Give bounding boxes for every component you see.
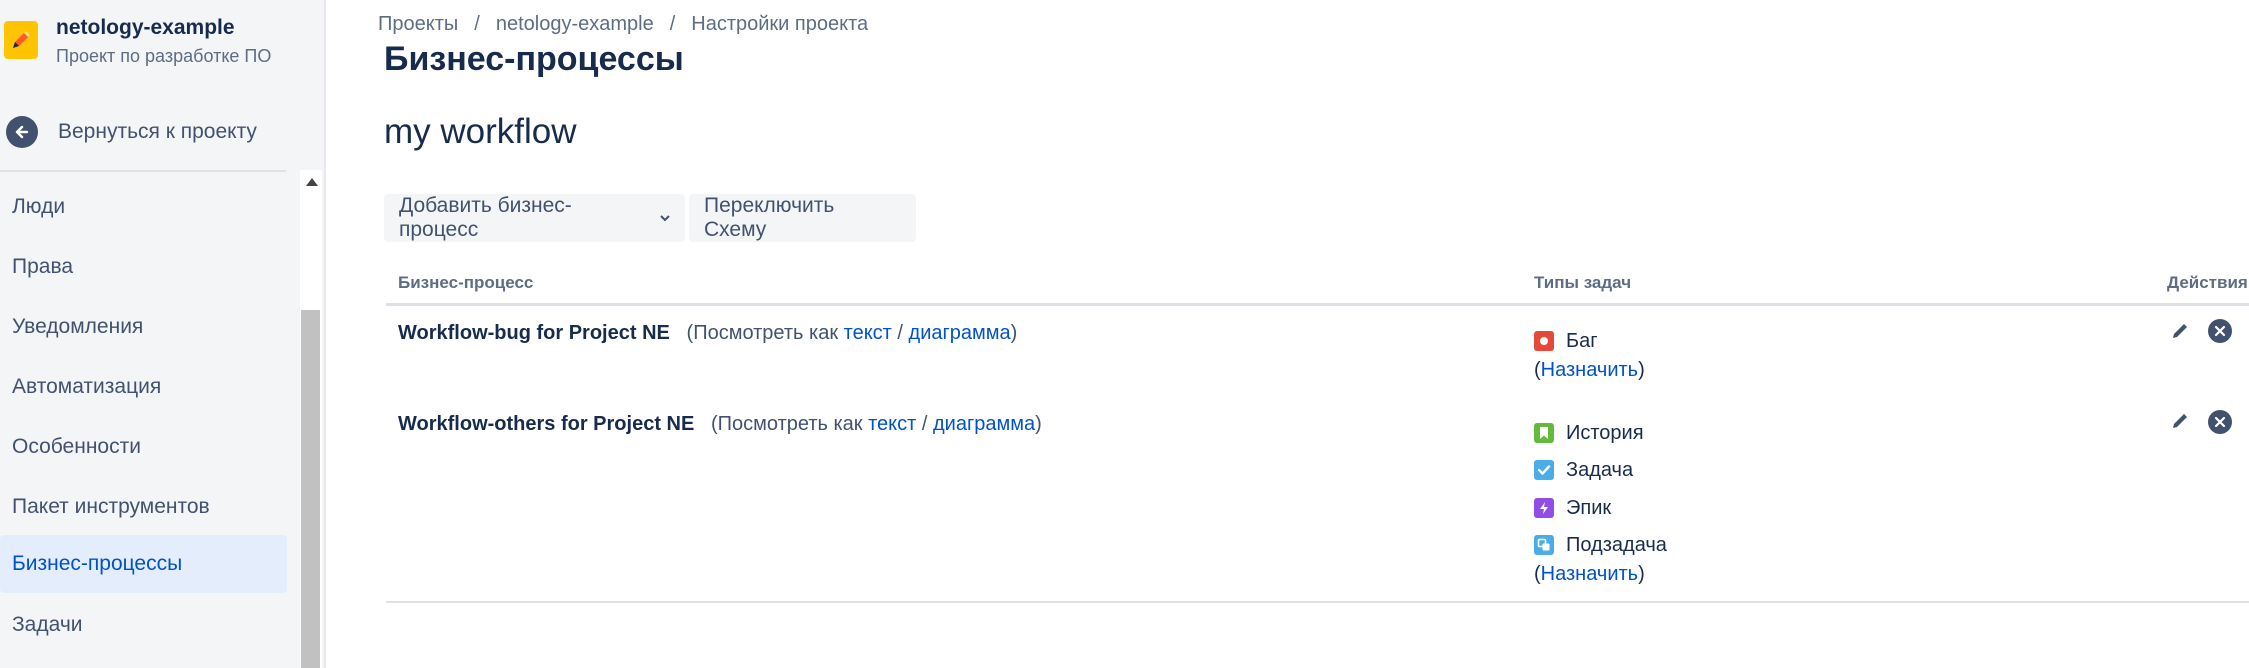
assign-issue-types: (Назначить) bbox=[1534, 563, 1645, 586]
view-as-prefix: (Посмотреть как bbox=[686, 322, 839, 344]
edit-pencil-icon[interactable] bbox=[2169, 410, 2191, 432]
project-name[interactable]: netology-example bbox=[56, 16, 235, 40]
view-as-text-link[interactable]: текст bbox=[868, 413, 916, 435]
breadcrumb-project-settings[interactable]: Настройки проекта bbox=[691, 13, 868, 36]
story-icon bbox=[1534, 423, 1554, 443]
sidebar-item-people[interactable]: Люди bbox=[0, 178, 287, 236]
column-header-actions: Действия bbox=[2167, 273, 2248, 292]
view-as-text-link[interactable]: текст bbox=[844, 322, 892, 344]
page-title: Бизнес-процессы bbox=[384, 40, 684, 78]
breadcrumb: Проекты / netology-example / Настройки п… bbox=[378, 13, 868, 36]
sidebar-item-automation[interactable]: Автоматизация bbox=[0, 358, 287, 416]
view-as-diagram-link[interactable]: диаграмма bbox=[933, 413, 1035, 435]
subtask-icon bbox=[1534, 535, 1554, 555]
link-separator: / bbox=[921, 413, 928, 435]
sidebar-item-issues[interactable]: Задачи bbox=[0, 596, 287, 654]
workflow-name: Workflow-bug for Project NE bbox=[398, 322, 670, 344]
view-as-suffix: ) bbox=[1010, 322, 1018, 344]
sidebar-item-toolchain[interactable]: Пакет инструментов bbox=[0, 478, 287, 536]
pencil-icon bbox=[13, 31, 30, 48]
assign-open-paren: ( bbox=[1534, 563, 1541, 585]
table-bottom-divider bbox=[386, 601, 2249, 603]
table-row-workflow: Workflow-others for Project NE (Посмотре… bbox=[398, 413, 1042, 436]
assign-issue-types: (Назначить) bbox=[1534, 359, 1645, 382]
view-as-diagram-link[interactable]: диаграмма bbox=[909, 322, 1011, 344]
breadcrumb-separator: / bbox=[669, 13, 676, 35]
sidebar-item-permissions[interactable]: Права bbox=[0, 238, 287, 296]
view-as-prefix: (Посмотреть как bbox=[711, 413, 863, 435]
assign-close-paren: ) bbox=[1638, 359, 1645, 381]
column-header-issue-types: Типы задач bbox=[1534, 273, 1632, 292]
delete-workflow-icon[interactable] bbox=[2208, 410, 2232, 434]
project-type: Проект по разработке ПО bbox=[56, 46, 272, 66]
column-header-workflow: Бизнес-процесс bbox=[398, 273, 534, 292]
sidebar-scrollbar[interactable] bbox=[300, 170, 322, 668]
project-avatar-icon[interactable] bbox=[4, 21, 38, 59]
chevron-down-icon bbox=[660, 215, 670, 222]
assign-link[interactable]: Назначить bbox=[1541, 563, 1638, 585]
assign-link[interactable]: Назначить bbox=[1541, 359, 1638, 381]
issue-type-item: История bbox=[1534, 420, 1644, 446]
switch-scheme-label: Переключить Схему bbox=[704, 194, 835, 241]
issue-type-label: Подзадача bbox=[1566, 533, 1667, 556]
link-separator: / bbox=[897, 322, 903, 344]
workflow-scheme-name: my workflow bbox=[384, 112, 577, 151]
sidebar-item-features[interactable]: Особенности bbox=[0, 418, 287, 476]
arrow-left-icon bbox=[6, 116, 38, 148]
sidebar-item-notifications[interactable]: Уведомления bbox=[0, 298, 287, 356]
issue-type-label: История bbox=[1566, 421, 1644, 444]
breadcrumb-separator: / bbox=[474, 13, 480, 35]
issue-type-label: Баг bbox=[1566, 329, 1598, 352]
issue-type-item: Эпик bbox=[1534, 495, 1611, 521]
sidebar: netology-example Проект по разработке ПО… bbox=[0, 0, 326, 668]
add-workflow-button[interactable]: Добавить бизнес-процесс bbox=[384, 194, 685, 242]
scroll-thumb[interactable] bbox=[301, 310, 320, 668]
issue-type-item: Задача bbox=[1534, 457, 1633, 483]
view-as-suffix: ) bbox=[1035, 413, 1042, 435]
back-to-project-label: Вернуться к проекту bbox=[58, 120, 257, 143]
sidebar-divider bbox=[0, 170, 286, 172]
bug-icon bbox=[1534, 331, 1554, 351]
breadcrumb-project[interactable]: netology-example bbox=[496, 13, 654, 36]
assign-open-paren: ( bbox=[1534, 359, 1541, 381]
switch-scheme-button[interactable]: Переключить Схему bbox=[689, 194, 916, 242]
scroll-up-arrow-icon[interactable] bbox=[306, 178, 318, 186]
add-workflow-label: Добавить бизнес-процесс bbox=[399, 194, 572, 241]
breadcrumb-projects[interactable]: Проекты bbox=[378, 13, 458, 36]
back-to-project-link[interactable]: Вернуться к проекту bbox=[6, 116, 257, 148]
table-header-divider bbox=[386, 303, 2249, 306]
edit-pencil-icon[interactable] bbox=[2169, 320, 2191, 342]
issue-type-item: Баг bbox=[1534, 328, 1598, 354]
delete-workflow-icon[interactable] bbox=[2208, 319, 2232, 343]
sidebar-item-workflows[interactable]: Бизнес-процессы bbox=[0, 535, 287, 593]
issue-type-label: Эпик bbox=[1566, 496, 1612, 519]
workflow-name: Workflow-others for Project NE bbox=[398, 413, 695, 435]
assign-close-paren: ) bbox=[1638, 563, 1645, 585]
issue-type-label: Задача bbox=[1566, 458, 1634, 481]
issue-type-item: Подзадача bbox=[1534, 532, 1667, 558]
table-row-workflow: Workflow-bug for Project NE (Посмотреть … bbox=[398, 322, 1017, 345]
task-icon bbox=[1534, 460, 1554, 480]
epic-icon bbox=[1534, 498, 1554, 518]
